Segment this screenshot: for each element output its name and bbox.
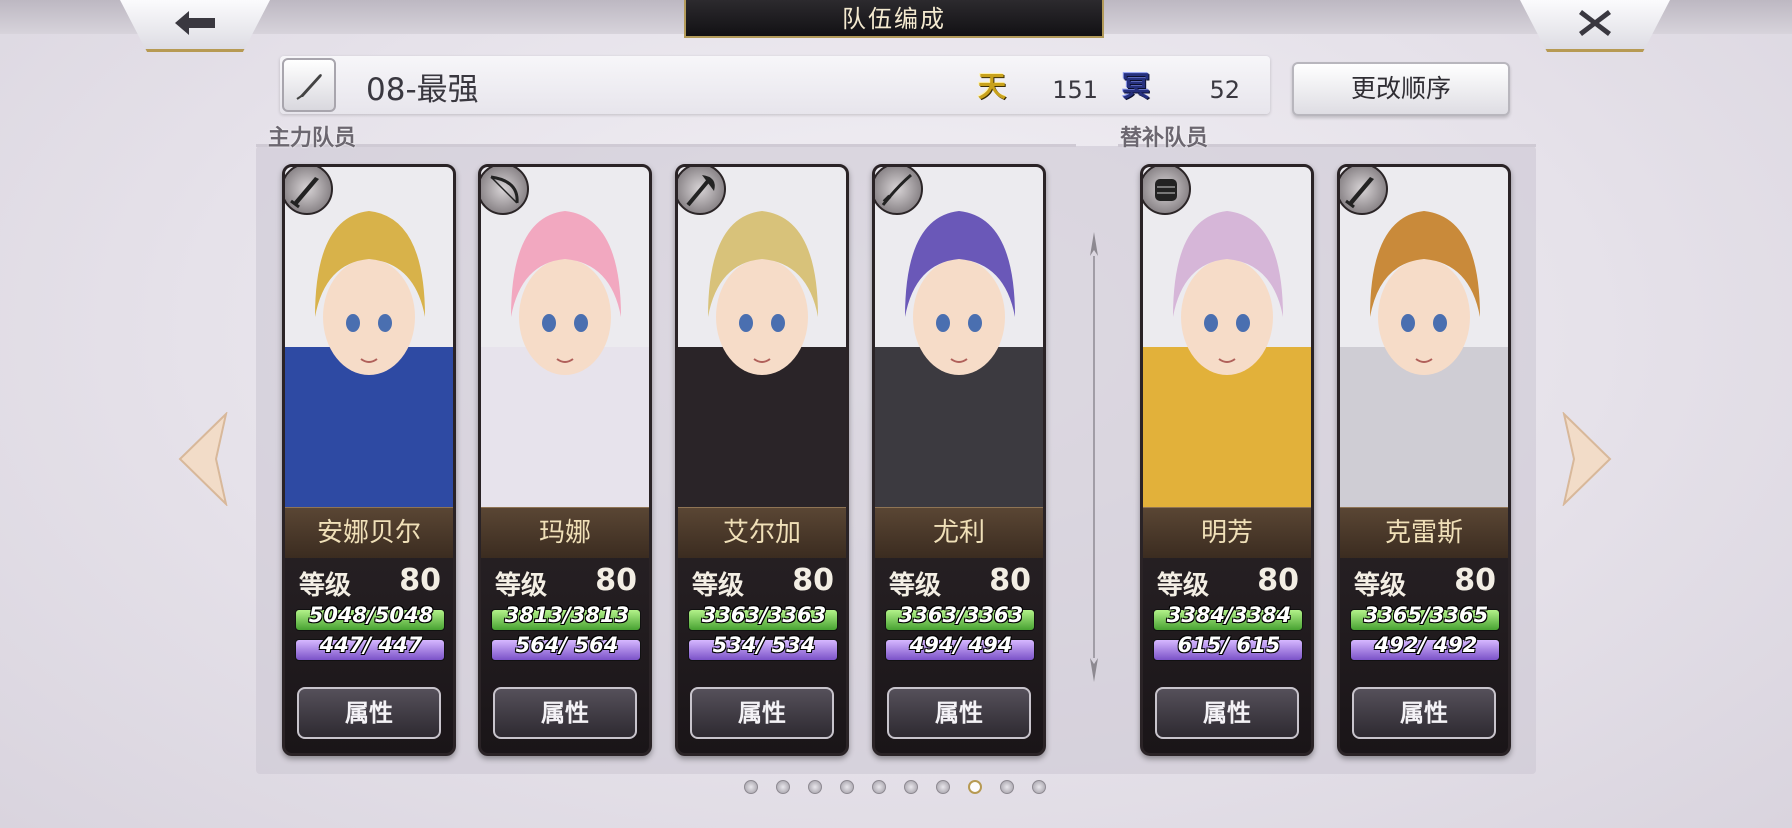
page-dot[interactable] — [776, 780, 790, 794]
level-row: 等级 80 — [1340, 561, 1508, 601]
weapon-type-badge — [481, 167, 529, 215]
mp-value: 534/ 534 — [712, 633, 816, 657]
level-value: 80 — [595, 563, 637, 598]
attributes-button[interactable]: 属性 — [297, 687, 441, 739]
close-button[interactable] — [1520, 0, 1670, 52]
level-value: 80 — [989, 563, 1031, 598]
character-card[interactable]: 尤利 等级 80 3363/3363 494/ 494 属性 — [872, 164, 1046, 756]
character-name: 艾尔加 — [678, 507, 846, 558]
sub-members-label: 替补队员 — [1120, 126, 1209, 151]
character-card[interactable]: 安娜贝尔 等级 80 5048/5048 447/ 447 属性 — [282, 164, 456, 756]
page-dot[interactable] — [744, 780, 758, 794]
page-dot[interactable] — [968, 780, 982, 794]
prev-team-arrow[interactable] — [176, 412, 228, 506]
main-section-line — [256, 144, 1076, 147]
team-pagination — [744, 780, 1046, 794]
sword-icon — [1345, 177, 1374, 209]
character-portrait — [678, 167, 846, 507]
weapon-type-badge — [1340, 167, 1388, 215]
level-label: 等级 — [692, 571, 745, 601]
mp-value: 447/ 447 — [319, 633, 423, 657]
attributes-button[interactable]: 属性 — [1155, 687, 1299, 739]
page-dot[interactable] — [1000, 780, 1014, 794]
sword-icon — [290, 177, 319, 209]
page-dot[interactable] — [1032, 780, 1046, 794]
level-label: 等级 — [495, 571, 548, 601]
character-name: 克雷斯 — [1340, 507, 1508, 558]
character-name: 玛娜 — [481, 507, 649, 558]
underworld-icon: 冥 — [1121, 70, 1150, 103]
page-title: 队伍编成 — [684, 0, 1104, 38]
weapon-type-badge — [1143, 167, 1191, 215]
level-value: 80 — [792, 563, 834, 598]
weapon-type-badge — [678, 167, 726, 215]
page-dot[interactable] — [904, 780, 918, 794]
heaven-count: 151 — [1052, 76, 1098, 104]
main-sub-divider — [1090, 232, 1098, 682]
character-portrait — [1340, 167, 1508, 507]
edit-team-name-button[interactable] — [282, 58, 336, 112]
level-row: 等级 80 — [1143, 561, 1311, 601]
hp-value: 3363/3363 — [898, 603, 1024, 627]
character-name: 尤利 — [875, 507, 1043, 558]
main-members-label: 主力队员 — [268, 126, 357, 151]
hp-value: 3384/3384 — [1166, 603, 1292, 627]
character-name: 安娜贝尔 — [285, 507, 453, 558]
mp-value: 494/ 494 — [909, 633, 1013, 657]
character-name: 明芳 — [1143, 507, 1311, 558]
level-label: 等级 — [889, 571, 942, 601]
team-name: 08-最强 — [366, 72, 479, 108]
mp-value: 564/ 564 — [515, 633, 619, 657]
back-arrow-icon — [175, 11, 215, 35]
attributes-button[interactable]: 属性 — [1352, 687, 1496, 739]
attributes-button[interactable]: 属性 — [887, 687, 1031, 739]
level-value: 80 — [399, 563, 441, 598]
level-value: 80 — [1257, 563, 1299, 598]
weapon-type-badge — [285, 167, 333, 215]
change-order-button[interactable]: 更改顺序 — [1292, 62, 1510, 116]
back-button[interactable] — [120, 0, 270, 52]
katana-icon — [881, 173, 912, 206]
page-dot[interactable] — [872, 780, 886, 794]
quill-pen-icon — [296, 74, 322, 100]
level-row: 等级 80 — [678, 561, 846, 601]
underworld-count: 52 — [1209, 76, 1240, 104]
character-portrait — [875, 167, 1043, 507]
weapon-type-badge — [875, 167, 923, 215]
attributes-button[interactable]: 属性 — [690, 687, 834, 739]
heaven-icon: 天 — [977, 70, 1006, 103]
level-value: 80 — [1454, 563, 1496, 598]
hp-value: 3365/3365 — [1363, 603, 1489, 627]
bow-icon — [490, 175, 519, 204]
level-row: 等级 80 — [875, 561, 1043, 601]
character-portrait — [481, 167, 649, 507]
level-row: 等级 80 — [285, 561, 453, 601]
character-portrait — [285, 167, 453, 507]
hp-value: 3813/3813 — [504, 603, 630, 627]
character-card[interactable]: 玛娜 等级 80 3813/3813 564/ 564 属性 — [478, 164, 652, 756]
attributes-button[interactable]: 属性 — [493, 687, 637, 739]
mp-value: 615/ 615 — [1177, 633, 1281, 657]
level-label: 等级 — [1354, 571, 1407, 601]
character-portrait — [1143, 167, 1311, 507]
character-card[interactable]: 艾尔加 等级 80 3363/3363 534/ 534 属性 — [675, 164, 849, 756]
level-label: 等级 — [1157, 571, 1210, 601]
hp-value: 3363/3363 — [701, 603, 827, 627]
axe-icon — [686, 175, 715, 207]
mp-value: 492/ 492 — [1374, 633, 1478, 657]
hp-value: 5048/5048 — [308, 603, 434, 627]
next-team-arrow[interactable] — [1562, 412, 1614, 506]
character-card[interactable]: 克雷斯 等级 80 3365/3365 492/ 492 属性 — [1337, 164, 1511, 756]
page-dot[interactable] — [840, 780, 854, 794]
level-label: 等级 — [299, 571, 352, 601]
page-dot[interactable] — [936, 780, 950, 794]
close-icon — [1579, 10, 1611, 36]
fist-icon — [1155, 179, 1177, 201]
character-card[interactable]: 明芳 等级 80 3384/3384 615/ 615 属性 — [1140, 164, 1314, 756]
level-row: 等级 80 — [481, 561, 649, 601]
page-dot[interactable] — [808, 780, 822, 794]
